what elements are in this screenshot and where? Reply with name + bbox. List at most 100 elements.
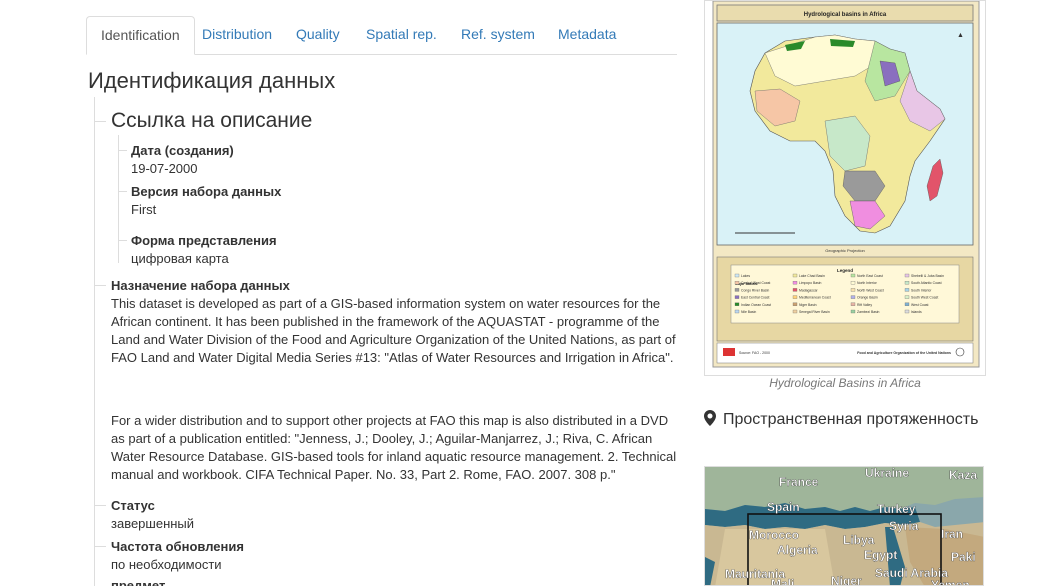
legend-item: North East Coast xyxy=(857,274,883,278)
tab-ref-system[interactable]: Ref. system xyxy=(447,16,549,55)
legend-item: Congo River Basin xyxy=(741,288,769,292)
legend-swatch xyxy=(792,302,798,306)
legend-item: Shebelli & Juba Basin xyxy=(911,274,944,278)
legend-swatch xyxy=(850,281,856,285)
legend-swatch xyxy=(904,309,910,314)
status-label: Статус xyxy=(111,498,155,513)
map-place-label: Egypt xyxy=(864,548,897,562)
legend-swatch xyxy=(904,288,910,292)
svg-text:Food and Agriculture Organizat: Food and Agriculture Organization of the… xyxy=(857,351,951,355)
legend-item: Senegal River Basin xyxy=(799,310,830,314)
map-place-label: Iran xyxy=(941,527,963,541)
legend-swatch xyxy=(850,295,856,299)
tree-branch xyxy=(94,285,106,286)
map-place-label: Ukraine xyxy=(865,467,909,480)
map-thumbnail[interactable]: Hydrological basins in Africa Geographic… xyxy=(704,0,986,376)
legend-swatch xyxy=(792,273,798,278)
map-place-label: Spain xyxy=(767,500,800,514)
legend-swatch xyxy=(792,309,798,314)
legend-item: East Central Coast xyxy=(741,296,770,300)
presentation-form-label: Форма представления xyxy=(131,233,277,248)
legend-item: Indian Ocean Coast xyxy=(741,303,771,307)
legend-swatch xyxy=(792,281,798,285)
legend-item: Lakes xyxy=(741,274,750,278)
tree-branch xyxy=(118,150,127,151)
legend-swatch xyxy=(734,295,740,299)
tree-branch xyxy=(118,191,127,192)
legend-swatch xyxy=(850,302,856,306)
map-place-label: Yemen xyxy=(931,578,970,586)
legend-item: Zambezi Basin xyxy=(857,310,880,314)
legend-item: Rift Valley xyxy=(857,303,872,307)
legend-swatch xyxy=(734,309,740,314)
legend-swatch xyxy=(792,295,798,299)
map-marker-icon xyxy=(704,410,717,431)
legend-item: South Atlantic Coast xyxy=(911,281,942,285)
next-label: предмет xyxy=(111,578,166,586)
map-place-label: Algeria xyxy=(777,543,818,557)
status-value: завершенный xyxy=(111,516,195,531)
legend-swatch xyxy=(734,288,740,292)
africa-basins-map: Hydrological basins in Africa Geographic… xyxy=(712,1,980,368)
extent-map[interactable]: Ukraine Kaza France Spain Turkey Syria Iran Mor… xyxy=(704,466,984,586)
map-place-label: Syria xyxy=(889,519,919,533)
map-place-label: Paki xyxy=(951,550,976,564)
map-place-label: France xyxy=(779,475,819,489)
citation-heading: Ссылка на описание xyxy=(111,109,313,132)
legend-swatch xyxy=(850,273,856,278)
svg-text:Legend: Legend xyxy=(837,268,853,273)
presentation-form-value: цифровая карта xyxy=(131,251,229,266)
purpose-paragraph-1: This dataset is developed as part of a G… xyxy=(111,296,676,365)
spatial-extent-title: Пространственная протяженность xyxy=(723,411,979,428)
frequency-value: по необходимости xyxy=(111,557,222,572)
purpose-label: Назначение набора данных xyxy=(111,278,290,293)
tab-quality[interactable]: Quality xyxy=(282,16,354,55)
legend-item: Mediterranean Coast xyxy=(799,296,831,300)
svg-text:Source: FAO - 2000: Source: FAO - 2000 xyxy=(739,351,770,355)
legend-item: Central West Coast xyxy=(741,281,770,285)
legend-item: West Coast xyxy=(911,303,929,307)
tab-distribution[interactable]: Distribution xyxy=(188,16,286,55)
legend-item: South Interior xyxy=(911,288,932,292)
page-title: Идентификация данных xyxy=(88,68,336,93)
tab-spatial-rep[interactable]: Spatial rep. xyxy=(352,16,451,55)
spatial-extent-heading: Пространственная протяженность xyxy=(704,410,984,431)
legend-item: Madagascar xyxy=(799,288,819,292)
edition-label: Версия набора данных xyxy=(131,184,282,199)
legend-swatch xyxy=(904,273,910,278)
tree-branch xyxy=(94,505,106,506)
map-place-label: Turkey xyxy=(877,502,916,516)
legend-swatch xyxy=(792,288,798,292)
svg-text:▲: ▲ xyxy=(957,32,964,39)
purpose-paragraph-2: For a wider distribution and to support … xyxy=(111,413,677,482)
frequency-label: Частота обновления xyxy=(111,539,244,554)
thumbnail-caption: Hydrological Basins in Africa xyxy=(769,376,921,390)
legend-item: North West Coast xyxy=(857,288,884,292)
legend-swatch xyxy=(904,295,910,299)
map-place-label: Morocco xyxy=(749,528,799,542)
tab-metadata[interactable]: Metadata xyxy=(544,16,630,55)
legend-swatch xyxy=(734,302,740,306)
extent-map-canvas: Ukraine Kaza France Spain Turkey Syria Iran Mor… xyxy=(705,467,983,586)
date-label: Дата (создания) xyxy=(131,143,234,158)
legend-item: Orange Basin xyxy=(857,296,878,300)
tree-line-main xyxy=(94,97,95,586)
map-place-label: Kaza xyxy=(949,468,977,482)
legend-item: South West Coast xyxy=(911,296,938,300)
map-place-label: Libya xyxy=(843,533,875,547)
legend-item: Limpopo Basin xyxy=(799,281,822,285)
legend-item: Niger Basin xyxy=(799,303,817,307)
legend-item: North Interior xyxy=(857,281,878,285)
legend-swatch xyxy=(734,273,740,278)
svg-text:Geographic Projection: Geographic Projection xyxy=(825,248,865,253)
map-place-label: Niger xyxy=(831,574,862,586)
legend-item: Islands xyxy=(911,310,922,314)
legend-swatch xyxy=(904,281,910,285)
legend-swatch xyxy=(850,288,856,292)
legend-swatch xyxy=(904,302,910,306)
tree-line-citation xyxy=(118,135,119,263)
tab-identification[interactable]: Identification xyxy=(86,16,195,55)
legend-item: Nile Basin xyxy=(741,310,756,314)
map-place-label: Mali xyxy=(771,577,794,586)
metadata-tabs: Identification Distribution Quality Spat… xyxy=(86,16,677,55)
